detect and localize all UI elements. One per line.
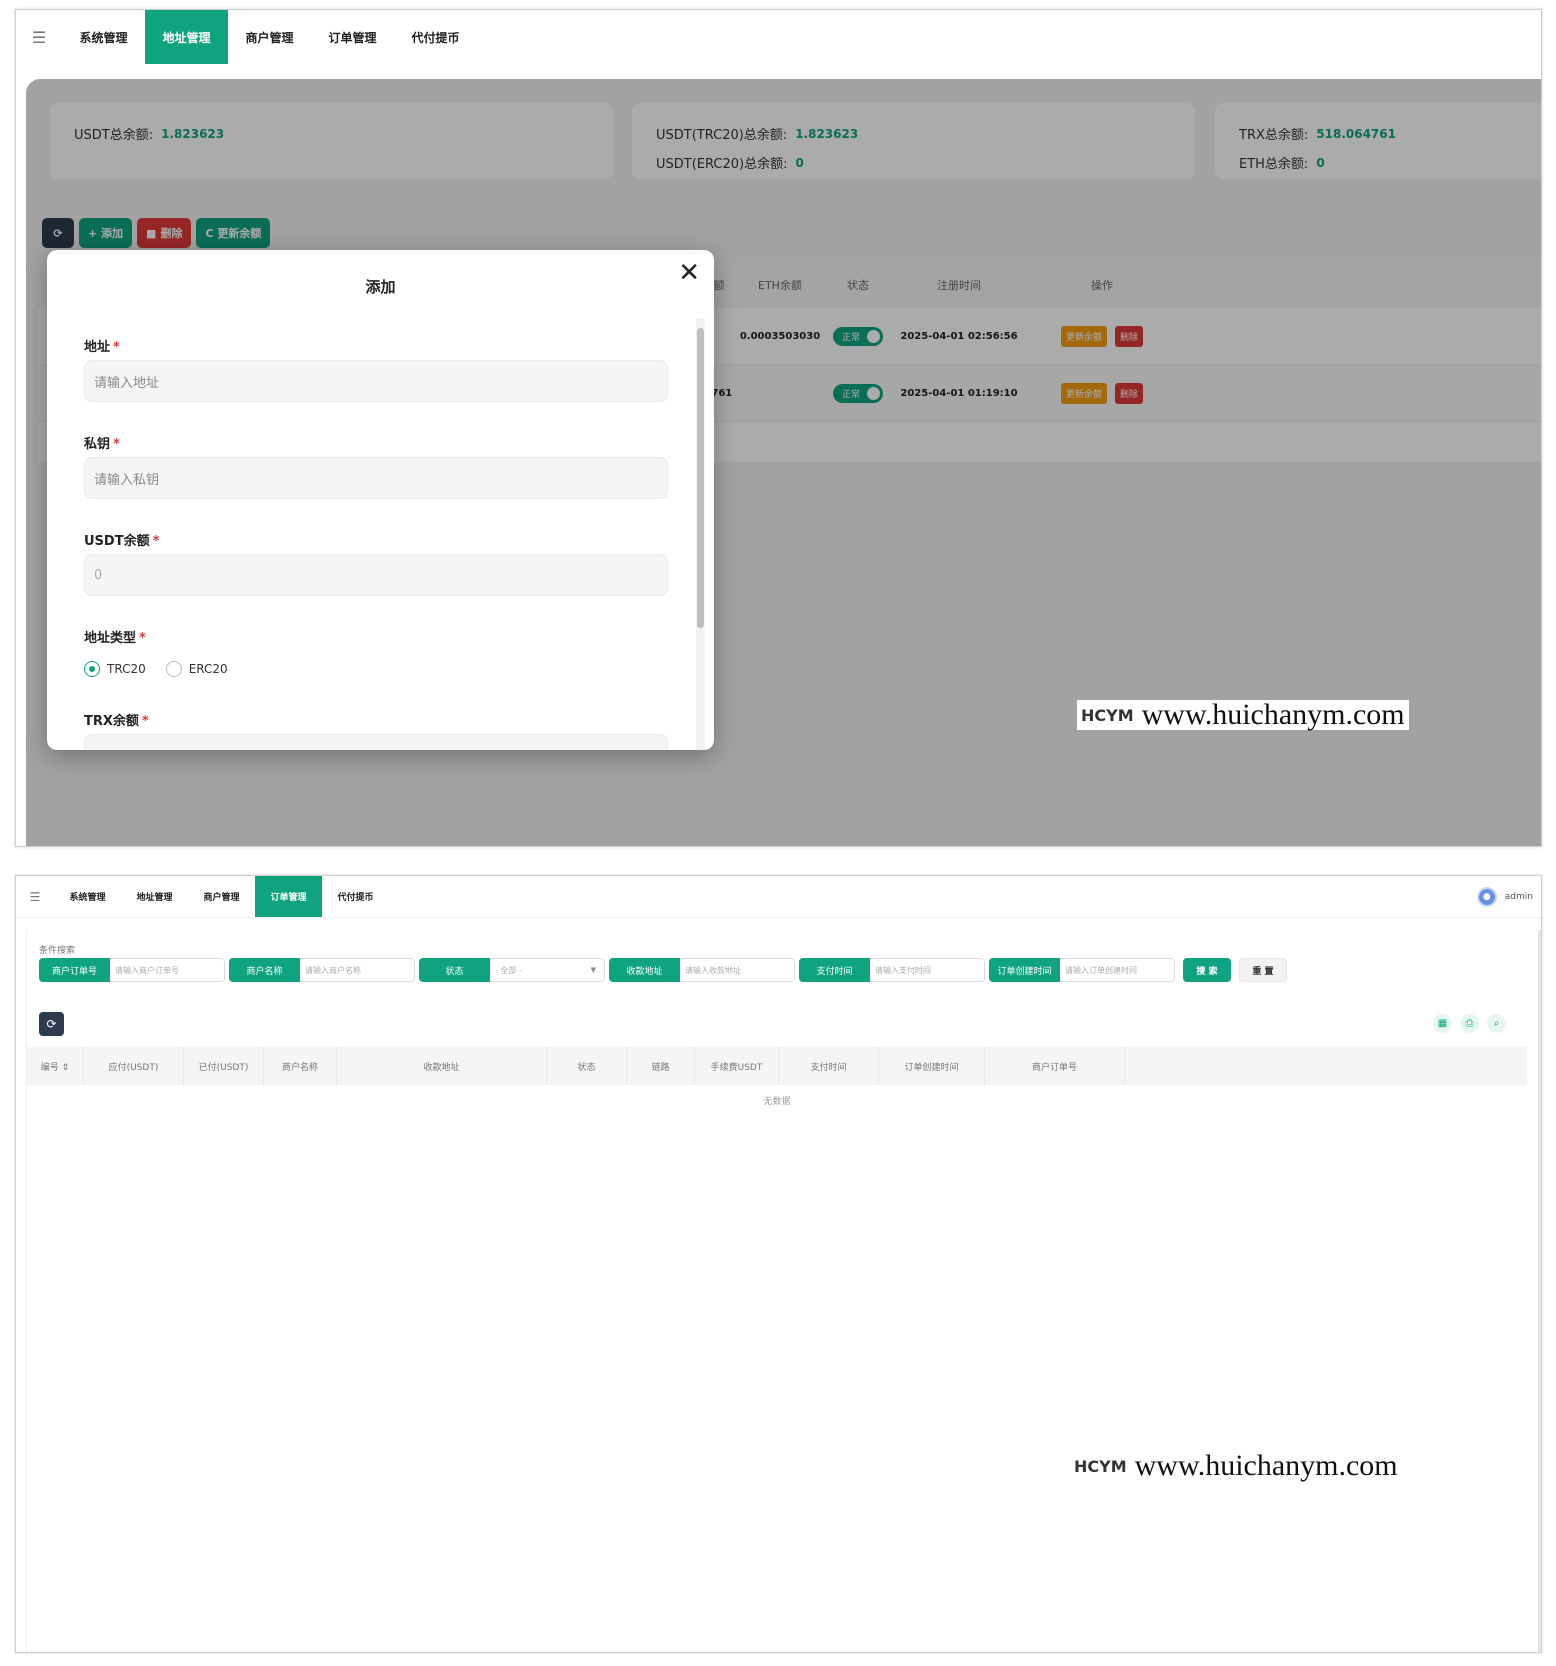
watermark-logo: HCYM xyxy=(1081,705,1134,725)
top-nav: ☰ 系统管理 地址管理 商户管理 订单管理 代付提币 ● admin xyxy=(16,876,1541,918)
status-select[interactable]: - 全部 - ▼ xyxy=(490,958,605,982)
print-icon[interactable]: ⎙ xyxy=(1460,1014,1479,1033)
filter-status: 状态 - 全部 - ▼ xyxy=(419,958,605,982)
top-nav: ☰ 系统管理 地址管理 商户管理 订单管理 代付提币 xyxy=(16,10,1541,64)
address-type-label: 地址类型 * xyxy=(84,631,146,646)
filter-label: 状态 xyxy=(419,958,490,982)
user-menu[interactable]: ● admin xyxy=(1476,876,1533,918)
username: admin xyxy=(1504,892,1533,902)
private-key-label: 私钥 * xyxy=(84,437,120,452)
private-key-input[interactable]: 请输入私钥 xyxy=(84,457,668,499)
header-status: 状态 xyxy=(547,1047,627,1085)
header-paid: 已付(USDT) xyxy=(184,1047,264,1085)
header-receive-address: 收款地址 xyxy=(337,1047,547,1085)
watermark-url: www.huichanym.com xyxy=(1141,698,1405,731)
tab-address[interactable]: 地址管理 xyxy=(121,876,188,917)
refresh-icon: ⟳ xyxy=(46,1017,57,1031)
filter-label: 商户名称 xyxy=(229,958,300,982)
usdt-balance-input[interactable]: 0 xyxy=(84,554,668,596)
filter-label: 商户订单号 xyxy=(39,958,110,982)
address-label: 地址 * xyxy=(84,340,120,355)
menu-toggle-icon[interactable]: ☰ xyxy=(16,28,62,47)
radio-checked-icon xyxy=(84,661,100,677)
watermark-logo: HCYM xyxy=(1074,1456,1127,1476)
filter-merchant-name: 商户名称 请输入商户名称 xyxy=(229,958,415,982)
refresh-button[interactable]: ⟳ xyxy=(39,1012,64,1036)
tab-merchant[interactable]: 商户管理 xyxy=(228,10,311,64)
usdt-balance-label: USDT余额 * xyxy=(84,534,160,549)
filter-label: 支付时间 xyxy=(799,958,870,982)
watermark: HCYM www.huichanym.com xyxy=(1077,698,1409,731)
filter-pay-time: 支付时间 请输入支付时间 xyxy=(799,958,985,982)
header-pay-time: 支付时间 xyxy=(779,1047,879,1085)
radio-erc20[interactable]: ERC20 xyxy=(165,661,228,677)
search-button[interactable]: 搜 索 xyxy=(1183,958,1231,982)
modal-scrollbar[interactable] xyxy=(696,318,705,750)
modal-form: 地址* 请输入地址 私钥* 请输入私钥 USDT余额* 0 地址类型* xyxy=(84,320,668,750)
tab-system[interactable]: 系统管理 xyxy=(54,876,121,917)
address-type-radio-group: TRC20 ERC20 xyxy=(84,661,228,677)
columns-icon[interactable]: ▦ xyxy=(1433,1014,1452,1033)
menu-toggle-icon[interactable]: ☰ xyxy=(16,890,54,904)
header-chain: 链路 xyxy=(627,1047,695,1085)
scroll-thumb[interactable] xyxy=(697,328,704,628)
radio-trc20[interactable]: TRC20 xyxy=(84,661,146,677)
table-tools: ▦ ⎙ ⌕ xyxy=(1433,1014,1506,1033)
filter-merchant-order-no: 商户订单号 请输入商户订单号 xyxy=(39,958,225,982)
header-fee: 手续费USDT xyxy=(695,1047,779,1085)
empty-state: 无数据 xyxy=(763,1097,791,1107)
search-icon[interactable]: ⌕ xyxy=(1487,1014,1506,1033)
tab-order[interactable]: 订单管理 xyxy=(311,10,394,64)
tab-system[interactable]: 系统管理 xyxy=(62,10,145,64)
avatar: ● xyxy=(1476,887,1497,907)
header-merchant-order-no: 商户订单号 xyxy=(985,1047,1125,1085)
filter-label: 订单创建时间 xyxy=(989,958,1060,982)
watermark-url: www.huichanym.com xyxy=(1134,1449,1398,1482)
trx-balance-input[interactable] xyxy=(84,734,668,750)
filter-receive-address: 收款地址 请输入收款地址 xyxy=(609,958,795,982)
order-management-screen: ☰ 系统管理 地址管理 商户管理 订单管理 代付提币 ● admin 条件搜索 … xyxy=(15,875,1542,1653)
trx-balance-label: TRX余额 * xyxy=(84,714,149,729)
tab-order[interactable]: 订单管理 xyxy=(255,876,322,917)
pay-time-input[interactable]: 请输入支付时间 xyxy=(870,958,985,982)
main-content: 条件搜索 商户订单号 请输入商户订单号 商户名称 请输入商户名称 状态 - 全部… xyxy=(26,930,1527,1652)
close-icon[interactable]: ✕ xyxy=(678,258,700,288)
search-filters: 商户订单号 请输入商户订单号 商户名称 请输入商户名称 状态 - 全部 - ▼ … xyxy=(39,958,1287,982)
order-create-time-input[interactable]: 请输入订单创建时间 xyxy=(1060,958,1175,982)
address-input[interactable]: 请输入地址 xyxy=(84,360,668,402)
header-id[interactable]: 编号 ⇕ xyxy=(27,1047,84,1085)
merchant-order-no-input[interactable]: 请输入商户订单号 xyxy=(110,958,225,982)
header-create-time: 订单创建时间 xyxy=(879,1047,985,1085)
radio-unchecked-icon xyxy=(165,661,182,677)
add-address-modal: 添加 ✕ 地址 * 请输入地址 私钥 * 请输入私钥 USDT余额 * 0 地址类型 * xyxy=(47,250,714,750)
watermark: HCYM www.huichanym.com xyxy=(1070,1449,1402,1482)
search-title: 条件搜索 xyxy=(39,946,76,956)
filter-label: 收款地址 xyxy=(609,958,680,982)
reset-button[interactable]: 重 置 xyxy=(1239,958,1287,982)
tab-withdraw[interactable]: 代付提币 xyxy=(322,876,389,917)
tab-address[interactable]: 地址管理 xyxy=(145,10,228,64)
header-merchant-name: 商户名称 xyxy=(264,1047,337,1085)
tab-merchant[interactable]: 商户管理 xyxy=(188,876,255,917)
scrollbar[interactable] xyxy=(1538,930,1541,1652)
tab-withdraw[interactable]: 代付提币 xyxy=(394,10,477,64)
merchant-name-input[interactable]: 请输入商户名称 xyxy=(300,958,415,982)
chevron-down-icon: ▼ xyxy=(590,966,596,974)
modal-title: 添加 xyxy=(365,278,396,296)
filter-order-create-time: 订单创建时间 请输入订单创建时间 xyxy=(989,958,1175,982)
order-table-header: 编号 ⇕ 应付(USDT) 已付(USDT) 商户名称 收款地址 状态 链路 手… xyxy=(27,1047,1527,1085)
receive-address-input[interactable]: 请输入收款地址 xyxy=(680,958,795,982)
header-payable: 应付(USDT) xyxy=(84,1047,184,1085)
